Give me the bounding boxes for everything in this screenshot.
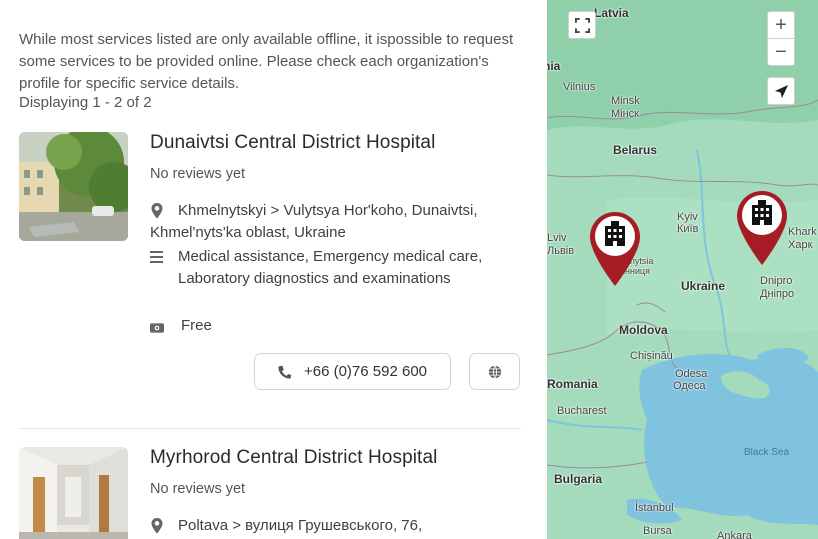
zoom-in-button[interactable]: +: [767, 11, 795, 39]
map-label-odesa-cyr: Одеса: [673, 380, 706, 392]
navigation-arrow-icon: [774, 84, 788, 98]
map-label-bucharest: Bucharest: [557, 405, 607, 417]
address-text: Poltava > вулиця Грушевського, 76,: [178, 517, 423, 534]
map-label-kharkiv: Khark: [788, 226, 817, 238]
map-pin-icon: [151, 518, 163, 534]
map-label-minsk: Minsk: [611, 95, 640, 107]
organization-name-link[interactable]: Dunaivtsi Central District Hospital: [150, 132, 435, 154]
map-label-ukraine: Ukraine: [681, 279, 726, 293]
map-label-kyiv: Kyiv: [677, 211, 698, 223]
map-label-romania: Romania: [547, 377, 598, 391]
address-row: Khmelnytskyi > Vulytsya Hor'koho, Dunaiv…: [150, 200, 500, 243]
map-label-lithuania: Lithuania: [547, 59, 561, 73]
map-label-odesa: Odesa: [675, 368, 708, 380]
map-label-moldova: Moldova: [619, 323, 668, 337]
reviews-status: No reviews yet: [150, 481, 246, 497]
reviews-status: No reviews yet: [150, 166, 246, 182]
money-icon: [150, 323, 164, 333]
address-text: Khmelnytskyi > Vulytsya Hor'koho, Dunaiv…: [150, 202, 478, 241]
my-location-button[interactable]: [767, 77, 795, 105]
organization-name-link[interactable]: Myrhorod Central District Hospital: [150, 447, 437, 469]
map-label-bursa: Bursa: [643, 525, 672, 537]
price-text: Free: [181, 317, 212, 334]
phone-number: +66 (0)76 592 600: [303, 363, 428, 380]
map-label-ankara: Ankara: [717, 530, 752, 539]
online-services-notice: While most services listed are only avai…: [19, 31, 514, 92]
organization-photo[interactable]: [19, 132, 128, 241]
price-row: Free: [150, 315, 350, 337]
services-text: Medical assistance, Emergency medical ca…: [178, 248, 483, 287]
map-label-bulgaria: Bulgaria: [554, 472, 603, 486]
address-row: Poltava > вулиця Грушевського, 76,: [150, 515, 530, 537]
map-label-kyiv-cyr: Київ: [677, 223, 699, 235]
map-label-vilnius: Vilnius: [563, 81, 596, 93]
phone-icon: [278, 365, 292, 379]
map-pin-icon: [151, 203, 163, 219]
hospital-marker-icon[interactable]: [734, 189, 790, 267]
zoom-out-button[interactable]: −: [767, 38, 795, 66]
map-label-lviv-cyr: Львів: [547, 245, 575, 257]
services-row: Medical assistance, Emergency medical ca…: [150, 246, 500, 289]
map-label-black-sea: Black Sea: [744, 447, 790, 458]
call-phone-button[interactable]: +66 (0)76 592 600: [254, 353, 451, 390]
map-view[interactable]: Latvia Lithuania Vilnius Minsk Мінск Bel…: [547, 0, 818, 539]
results-panel: While most services listed are only avai…: [0, 0, 547, 539]
fullscreen-icon: [574, 17, 590, 33]
card-divider: [19, 428, 521, 429]
organization-photo[interactable]: [19, 447, 128, 539]
map-label-kharkiv-cyr: Харк: [788, 239, 813, 251]
globe-icon: [488, 365, 501, 378]
fullscreen-button[interactable]: [568, 11, 596, 39]
map-label-belarus: Belarus: [613, 143, 658, 157]
map-label-dnipro-cyr: Дніпро: [760, 288, 795, 300]
map-label-minsk-cyr: Мінск: [611, 108, 639, 120]
results-count: Displaying 1 - 2 of 2: [19, 94, 152, 111]
map-label-istanbul: İstanbul: [635, 502, 674, 514]
map-label-latvia: Latvia: [594, 6, 629, 20]
hospital-marker-icon[interactable]: [587, 210, 643, 288]
map-label-lviv: Lviv: [547, 232, 567, 244]
map-label-chisinau: Chișinău: [630, 350, 673, 362]
map-label-dnipro: Dnipro: [760, 275, 793, 287]
website-button[interactable]: [469, 353, 520, 390]
list-icon: [150, 251, 163, 263]
